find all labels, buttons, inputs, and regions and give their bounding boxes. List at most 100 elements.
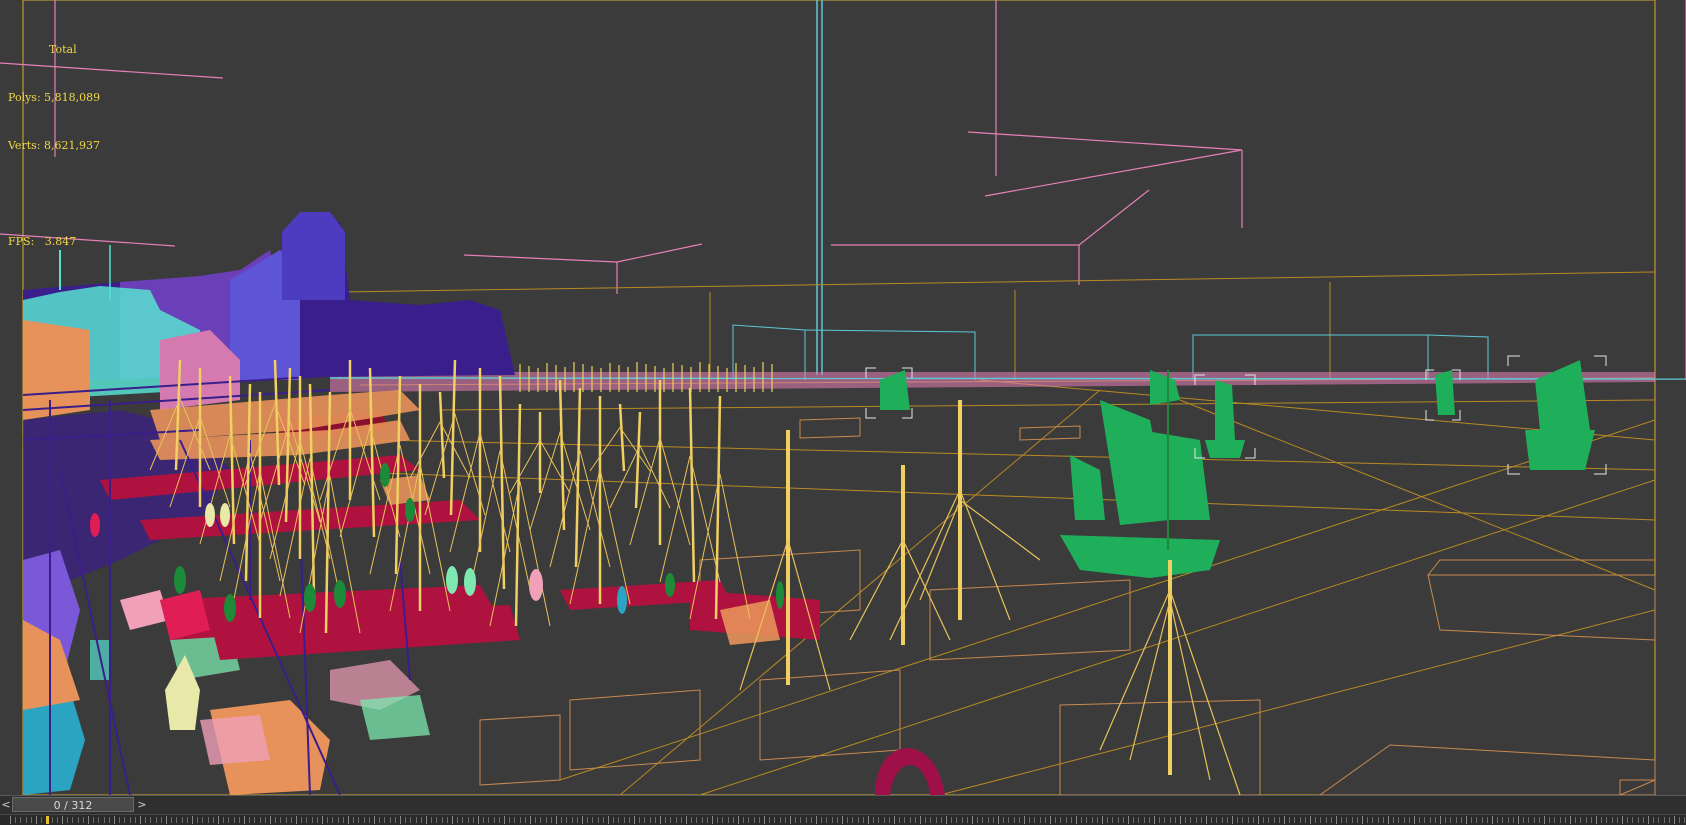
track-tick: [530, 816, 531, 824]
track-tick: [1502, 817, 1503, 823]
track-tick: [410, 817, 411, 823]
track-tick: [733, 817, 734, 823]
track-tick: [36, 816, 37, 824]
track-tick: [1196, 817, 1197, 823]
track-tick: [1388, 816, 1389, 824]
track-tick: [1081, 817, 1082, 823]
track-tick: [722, 817, 723, 823]
horizon-band: [329, 372, 1686, 392]
track-tick: [1612, 817, 1613, 823]
track-tick: [119, 817, 120, 823]
track-tick: [483, 817, 484, 823]
track-tick: [171, 817, 172, 823]
track-tick: [369, 817, 370, 823]
track-tick: [1279, 817, 1280, 823]
track-tick: [1008, 817, 1009, 823]
track-tick: [109, 817, 110, 823]
track-tick: [1638, 817, 1639, 823]
track-tick: [145, 817, 146, 823]
track-tick: [1331, 817, 1332, 823]
track-tick: [442, 817, 443, 823]
track-tick: [421, 817, 422, 823]
track-tick: [1378, 817, 1379, 823]
track-tick: [1424, 817, 1425, 823]
mast-rigging: [489, 481, 551, 627]
track-tick: [1060, 817, 1061, 823]
track-tick: [291, 817, 292, 823]
track-tick: [1211, 817, 1212, 823]
track-tick: [494, 817, 495, 823]
next-frame-button[interactable]: >: [136, 798, 148, 811]
polys-label: Polys:: [8, 91, 41, 104]
track-tick: [1050, 816, 1051, 824]
track-tick: [1315, 817, 1316, 823]
track-tick: [1232, 816, 1233, 824]
prev-frame-button[interactable]: <: [0, 798, 12, 811]
current-time-marker[interactable]: [46, 816, 49, 824]
track-tick: [1029, 817, 1030, 823]
track-tick: [1164, 817, 1165, 823]
track-tick: [1534, 817, 1535, 823]
track-tick: [561, 817, 562, 823]
wireframe-scene[interactable]: [0, 0, 1686, 795]
track-tick: [1154, 816, 1155, 824]
time-slider[interactable]: < 0 / 312 >: [0, 795, 1686, 814]
track-tick: [603, 817, 604, 823]
track-tick: [904, 817, 905, 823]
track-tick: [743, 817, 744, 823]
track-tick: [629, 817, 630, 823]
track-tick: [332, 817, 333, 823]
track-tick: [1076, 816, 1077, 824]
track-tick: [520, 817, 521, 823]
track-tick: [1180, 816, 1181, 824]
track-bar[interactable]: [0, 814, 1686, 825]
track-tick: [956, 817, 957, 823]
track-tick: [1549, 817, 1550, 823]
track-tick: [1326, 817, 1327, 823]
track-tick: [426, 816, 427, 824]
track-tick: [72, 817, 73, 823]
mast: [498, 375, 506, 590]
track-tick: [1014, 817, 1015, 823]
track-tick: [1092, 817, 1093, 823]
track-tick: [769, 817, 770, 823]
track-tick: [1045, 817, 1046, 823]
track-tick: [1346, 817, 1347, 823]
track-tick: [525, 817, 526, 823]
track-tick: [473, 817, 474, 823]
perspective-viewport[interactable]: Total Polys: 5,818,089 Verts: 8,621,937 …: [0, 0, 1686, 795]
track-tick: [1539, 817, 1540, 823]
track-tick: [187, 817, 188, 823]
track-tick: [390, 817, 391, 823]
track-tick: [1086, 817, 1087, 823]
track-tick: [1653, 817, 1654, 823]
track-tick: [275, 817, 276, 823]
horizon-boxes: [732, 324, 1489, 380]
track-tick: [582, 816, 583, 824]
track-tick: [166, 816, 167, 824]
track-tick: [234, 817, 235, 823]
track-tick: [1170, 817, 1171, 823]
dock-boxes: [479, 417, 1656, 795]
track-tick: [1362, 816, 1363, 824]
track-tick: [962, 817, 963, 823]
track-tick: [270, 816, 271, 824]
time-slider-thumb[interactable]: 0 / 312: [12, 797, 134, 812]
mast: [558, 379, 566, 531]
track-tick: [572, 817, 573, 823]
track-tick: [395, 817, 396, 823]
fps-value: 3.847: [44, 235, 77, 248]
track-tick: [301, 817, 302, 823]
track-tick: [790, 816, 791, 824]
track-tick: [998, 816, 999, 824]
track-tick: [1066, 817, 1067, 823]
track-tick: [1112, 817, 1113, 823]
track-tick: [1071, 817, 1072, 823]
track-tick: [915, 817, 916, 823]
track-tick: [738, 816, 739, 824]
track-tick: [598, 817, 599, 823]
track-tick: [202, 817, 203, 823]
track-tick: [1102, 816, 1103, 824]
track-tick: [670, 817, 671, 823]
track-tick: [1274, 817, 1275, 823]
